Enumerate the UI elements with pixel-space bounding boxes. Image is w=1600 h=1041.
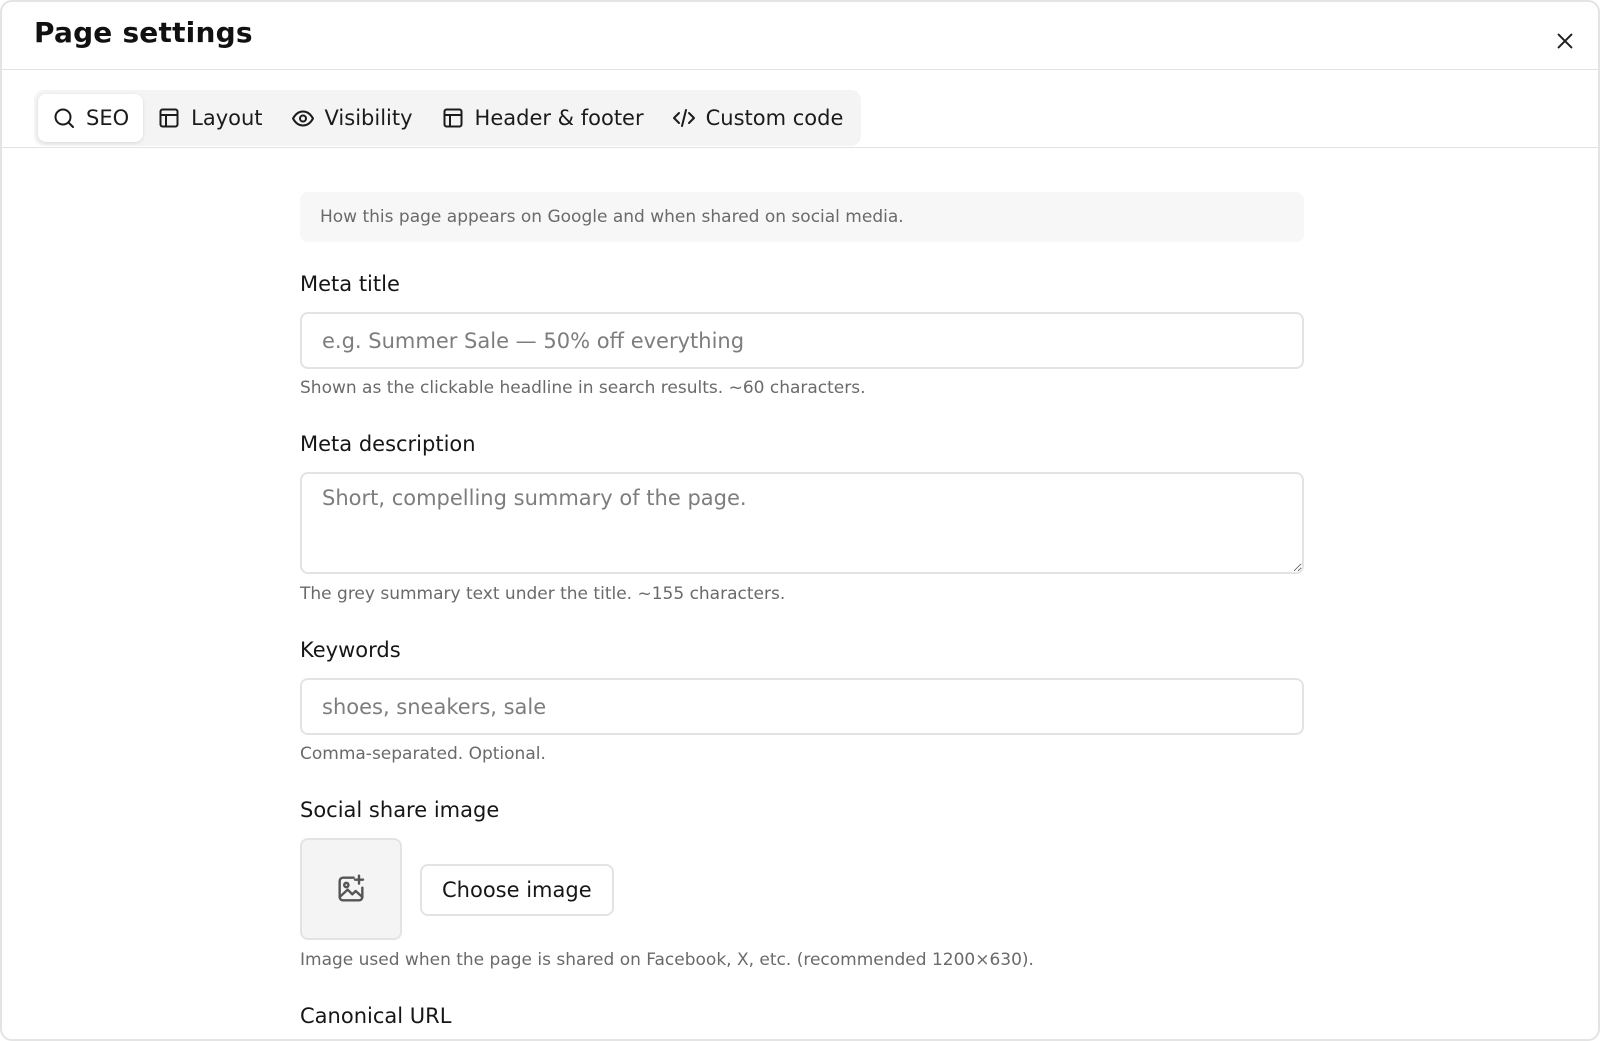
eye-icon	[291, 110, 314, 127]
tab-layout[interactable]: Layout	[143, 94, 276, 142]
social-image-thumbnail[interactable]	[300, 838, 402, 940]
close-button[interactable]	[1552, 28, 1578, 54]
keywords-input[interactable]	[300, 678, 1304, 735]
tab-list: SEO Layout Visibility Header & footer Cu…	[34, 90, 862, 146]
dialog-title: Page settings	[34, 16, 253, 49]
tab-label: Layout	[191, 106, 263, 130]
code-icon	[672, 109, 695, 127]
dialog-header: Page settings	[2, 2, 1598, 70]
meta-description-textarea[interactable]	[300, 472, 1304, 574]
page-settings-dialog: Page settings SEO Layout Visibility Head…	[0, 0, 1600, 1041]
layout-icon	[443, 108, 463, 128]
meta-title-label: Meta title	[300, 272, 400, 296]
image-add-icon	[338, 874, 365, 902]
tabs-bar: SEO Layout Visibility Header & footer Cu…	[2, 70, 1598, 148]
tab-label: Header & footer	[474, 106, 644, 130]
tab-label: Custom code	[705, 106, 844, 130]
layout-icon	[159, 108, 179, 128]
seo-intro: How this page appears on Google and when…	[300, 192, 1304, 242]
meta-description-hint: The grey summary text under the title. ~…	[300, 584, 786, 604]
meta-description-label: Meta description	[300, 432, 476, 456]
tab-label: SEO	[86, 106, 130, 130]
choose-image-button[interactable]: Choose image	[420, 864, 614, 916]
tab-seo[interactable]: SEO	[38, 94, 144, 142]
tab-header-footer[interactable]: Header & footer	[427, 94, 658, 142]
search-icon	[54, 108, 74, 128]
meta-title-hint: Shown as the clickable headline in searc…	[300, 378, 866, 398]
tab-visibility[interactable]: Visibility	[277, 94, 427, 142]
keywords-hint: Comma-separated. Optional.	[300, 744, 546, 764]
keywords-label: Keywords	[300, 638, 401, 662]
meta-title-input[interactable]	[300, 312, 1304, 369]
tab-custom-code[interactable]: Custom code	[658, 94, 858, 142]
canonical-url-label: Canonical URL	[300, 1004, 452, 1028]
social-image-hint: Image used when the page is shared on Fa…	[300, 950, 1034, 970]
social-image-label: Social share image	[300, 798, 500, 822]
tab-label: Visibility	[324, 106, 413, 130]
close-icon	[1557, 33, 1573, 49]
